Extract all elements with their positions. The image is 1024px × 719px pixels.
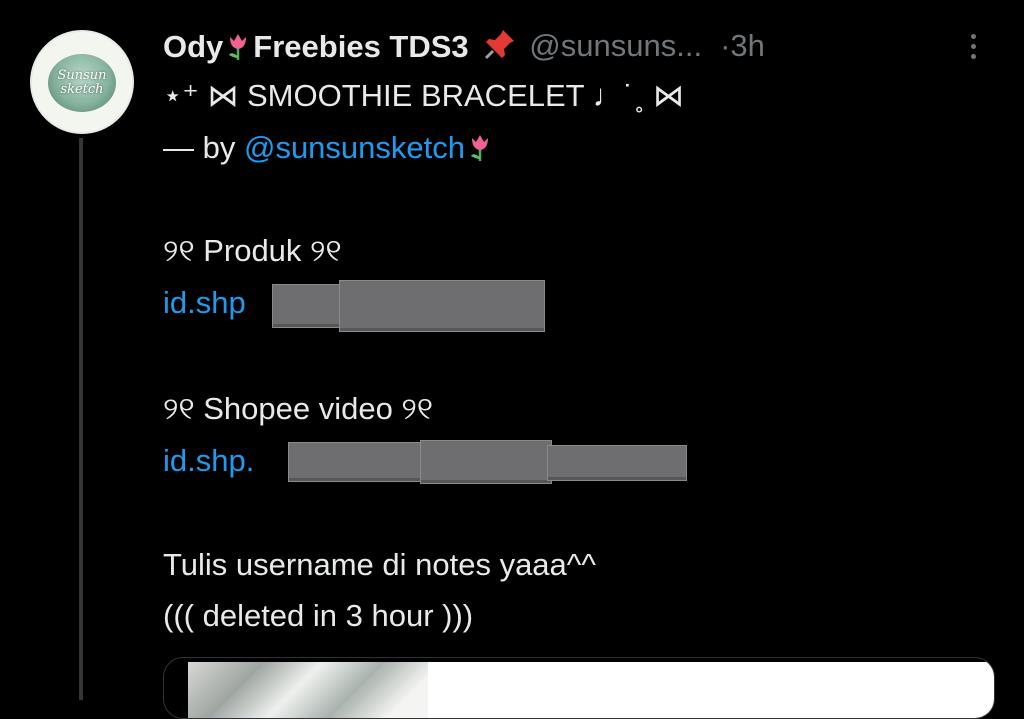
redaction-block xyxy=(420,440,552,484)
video-link[interactable]: id.shp. xyxy=(163,441,254,481)
deleted-line: ((( deleted in 3 hour ))) xyxy=(163,598,474,633)
more-options-icon[interactable] xyxy=(963,26,983,66)
avatar-text-line1: Sunsun xyxy=(57,68,107,83)
display-name-part1: Ody xyxy=(163,29,224,64)
time-label: 3h xyxy=(730,28,765,63)
thread-line xyxy=(79,138,83,700)
pushpin-icon xyxy=(485,30,515,60)
redaction-block xyxy=(288,442,424,482)
display-name-part2: Freebies TDS3 xyxy=(253,29,469,64)
tweet-header: Ody Freebies TDS3 @sunsuns... ·3h xyxy=(163,26,1003,66)
media-card[interactable] xyxy=(163,657,995,719)
media-preview xyxy=(428,662,994,718)
display-name[interactable]: Ody Freebies TDS3 xyxy=(163,27,523,65)
mention-link[interactable]: @sunsunsketch xyxy=(244,130,465,165)
tulip-icon xyxy=(229,34,247,60)
timestamp[interactable]: ·3h xyxy=(720,28,765,64)
separator: · xyxy=(720,28,731,63)
avatar-image: Sunsun sketch xyxy=(48,54,116,112)
user-handle[interactable]: @sunsuns... xyxy=(529,28,702,64)
by-line: — by @sunsunsketch xyxy=(163,128,495,168)
video-label: ୨୧ Shopee video ୨୧ xyxy=(163,391,434,426)
avatar[interactable]: Sunsun sketch xyxy=(30,30,134,134)
avatar-text-line2: sketch xyxy=(60,82,104,97)
produk-link[interactable]: id.shp xyxy=(163,283,246,323)
produk-label: ୨୧ Produk ୨୧ xyxy=(163,233,342,268)
notes-line: Tulis username di notes yaaa^^ xyxy=(163,547,596,582)
media-thumbnail xyxy=(188,662,428,718)
title-line: ⋆⁺ ⋈ SMOOTHIE BRACELET ♩˙˳ ⋈ xyxy=(163,78,684,113)
redaction-block xyxy=(272,284,344,328)
by-prefix: — by xyxy=(163,130,244,165)
redaction-block xyxy=(547,445,687,481)
redaction-block xyxy=(339,280,545,332)
tulip-icon xyxy=(471,135,488,161)
